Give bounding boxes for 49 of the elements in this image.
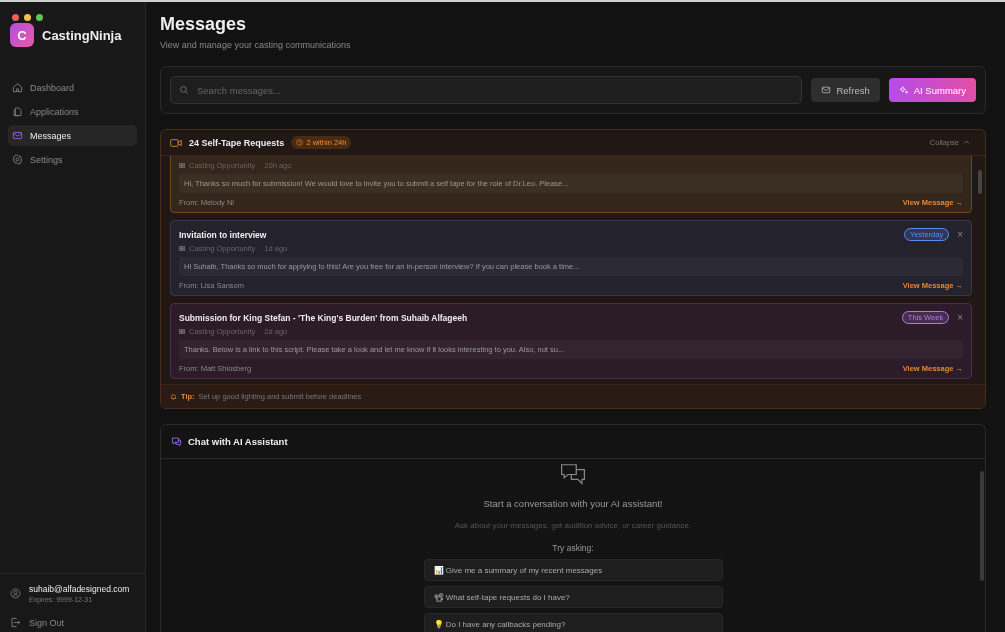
chat-title: Chat with AI Assistant bbox=[188, 436, 288, 447]
film-icon bbox=[179, 163, 185, 168]
minimize-light[interactable] bbox=[24, 14, 31, 21]
message-card[interactable] bbox=[170, 220, 972, 296]
dismiss-button[interactable]: × bbox=[957, 312, 963, 323]
ai-summary-button[interactable]: AI Summary bbox=[888, 78, 976, 102]
message-card[interactable] bbox=[170, 303, 972, 379]
scrollbar[interactable] bbox=[978, 170, 982, 194]
sparkle-icon bbox=[898, 85, 909, 95]
clock-icon bbox=[296, 139, 304, 146]
page-subtitle: View and manage your casting communications bbox=[160, 40, 352, 50]
refresh-button[interactable]: Refresh bbox=[811, 78, 880, 102]
suggestion-button[interactable]: 📊 Give me a summary of my recent messages bbox=[423, 559, 723, 581]
suggestion-button[interactable]: 💡 Do I have any callbacks pending? bbox=[423, 613, 723, 632]
user-email: suhaib@alfadesigned.com bbox=[29, 584, 130, 594]
search-box[interactable]: Search messages... bbox=[170, 76, 803, 104]
film-icon bbox=[179, 329, 185, 334]
empty-state-title: Start a conversation with your AI assistant! bbox=[483, 498, 663, 509]
message-title: Invitation to interview bbox=[179, 229, 267, 240]
close-light[interactable] bbox=[12, 14, 19, 21]
message-title: Submission for King Stefan - 'The King's Burden' from Suhaib Alfageeh bbox=[179, 312, 468, 323]
nav-item[interactable]: Messages bbox=[8, 125, 137, 146]
search-icon bbox=[179, 85, 189, 95]
section-title: 24 Self-Tape Requests bbox=[189, 137, 285, 148]
bell-icon bbox=[170, 393, 177, 400]
video-camera-icon bbox=[170, 137, 182, 148]
zoom-light[interactable] bbox=[36, 14, 43, 21]
envelope-icon bbox=[12, 130, 23, 141]
nav-item[interactable]: Dashboard bbox=[8, 77, 137, 98]
app-logo: C bbox=[10, 23, 34, 47]
suggestion-button[interactable]: 📽 What self-tape requests do I have? bbox=[423, 586, 723, 608]
chevron-icon bbox=[963, 139, 970, 146]
settings-icon bbox=[12, 154, 23, 165]
suggestions-label: Try asking: bbox=[552, 543, 594, 553]
nav-item[interactable]: Settings bbox=[8, 149, 137, 170]
sign-out-link[interactable]: Sign Out bbox=[8, 611, 137, 632]
envelope-icon bbox=[821, 85, 832, 95]
chat-bubbles-icon bbox=[560, 463, 586, 486]
search-field[interactable]: Search messages... bbox=[195, 83, 794, 97]
app-name: CastingNinja bbox=[42, 27, 122, 43]
house-icon bbox=[12, 82, 23, 93]
dismiss-button[interactable]: × bbox=[957, 229, 963, 240]
sign-out-icon bbox=[10, 617, 21, 628]
chat-icon bbox=[171, 436, 182, 447]
page-title: Messages bbox=[160, 14, 248, 35]
film-icon bbox=[179, 246, 185, 251]
documents-icon bbox=[12, 106, 23, 117]
nav-item[interactable]: Applications bbox=[8, 101, 137, 122]
user-icon bbox=[10, 588, 21, 599]
